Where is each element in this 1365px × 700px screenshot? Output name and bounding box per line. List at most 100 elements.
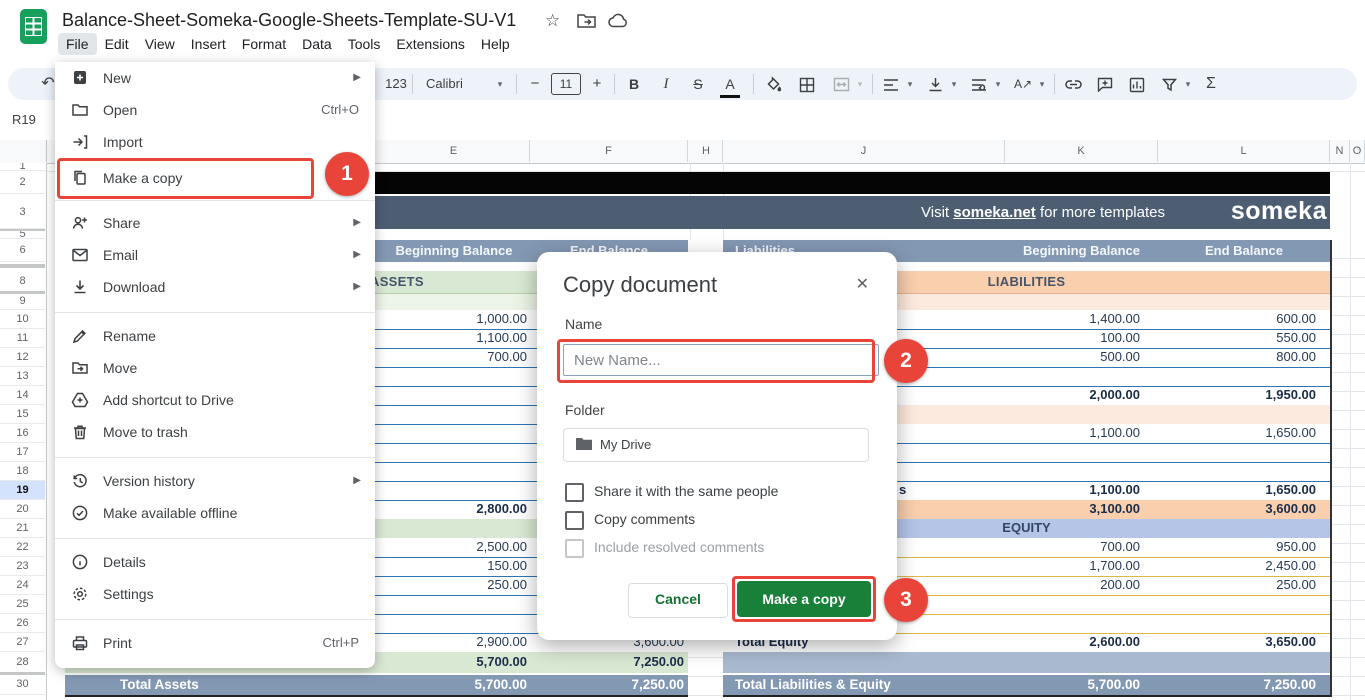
- checkbox-share-it-with-the-same-people[interactable]: Share it with the same people: [565, 482, 885, 502]
- close-icon[interactable]: ✕: [856, 274, 869, 294]
- checkbox-box[interactable]: [565, 511, 584, 530]
- file-menu-item-print[interactable]: Print Ctrl+P: [55, 627, 375, 659]
- file-menu-item-new[interactable]: New ▶: [55, 62, 375, 94]
- row-header-18[interactable]: 18: [0, 462, 45, 481]
- file-menu-item-move[interactable]: Move: [55, 352, 375, 384]
- cell-beginning-balance[interactable]: 2,500.00: [378, 538, 527, 556]
- cell-beginning-balance[interactable]: 200.00: [1005, 576, 1140, 594]
- cell-beginning-balance[interactable]: 1,700.00: [1005, 557, 1140, 575]
- row-header-9[interactable]: 9: [0, 293, 45, 310]
- cell-beginning-balance[interactable]: 700.00: [378, 348, 527, 366]
- cell-beginning-balance[interactable]: 150.00: [378, 557, 527, 575]
- row-header-12[interactable]: 12: [0, 348, 45, 367]
- file-menu-item-add-shortcut-to-drive[interactable]: Add shortcut to Drive: [55, 384, 375, 416]
- cell-beginning-balance[interactable]: 100.00: [1005, 329, 1140, 347]
- row-header-11[interactable]: 11: [0, 329, 45, 348]
- import-icon: [71, 133, 89, 151]
- file-menu-item-make-available-offline[interactable]: Make available offline: [55, 497, 375, 529]
- row-header-24[interactable]: 24: [0, 576, 45, 595]
- cell-end-balance[interactable]: 7,250.00: [530, 652, 684, 672]
- row-header-28[interactable]: 28: [0, 652, 45, 673]
- file-menu-item-email[interactable]: Email ▶: [55, 239, 375, 271]
- cell-beginning-balance[interactable]: 1,000.00: [378, 310, 527, 328]
- folder-picker[interactable]: My Drive: [563, 428, 869, 462]
- cell-end-balance[interactable]: 2,450.00: [1158, 557, 1316, 575]
- row-header-15[interactable]: 15: [0, 405, 45, 424]
- row-header-8[interactable]: 8: [0, 271, 45, 293]
- row-header-1[interactable]: 1: [0, 163, 45, 171]
- cell-beginning-balance[interactable]: 3,100.00: [1005, 500, 1140, 518]
- file-menu-item-download[interactable]: Download ▶: [55, 271, 375, 303]
- file-menu-item-version-history[interactable]: Version history ▶: [55, 465, 375, 497]
- cell-end-balance[interactable]: 950.00: [1158, 538, 1316, 556]
- move-icon: [71, 359, 89, 377]
- row-header-3[interactable]: 3: [0, 196, 45, 229]
- trash-icon: [71, 423, 89, 441]
- cell-end-balance[interactable]: 250.00: [1158, 576, 1316, 594]
- row-header-27[interactable]: 27: [0, 633, 45, 652]
- table-row-liab-28[interactable]: [723, 652, 1330, 673]
- cell-end-balance[interactable]: 800.00: [1158, 348, 1316, 366]
- row-header-16[interactable]: 16: [0, 424, 45, 443]
- file-menu-item-label: Rename: [103, 328, 156, 344]
- make-a-copy-button[interactable]: Make a copy: [737, 581, 871, 617]
- cell-beginning-balance[interactable]: 700.00: [1005, 538, 1140, 556]
- cancel-button[interactable]: Cancel: [628, 583, 728, 618]
- checkbox-copy-comments[interactable]: Copy comments: [565, 510, 885, 530]
- name-label: Name: [565, 316, 603, 332]
- cell-end-balance[interactable]: 600.00: [1158, 310, 1316, 328]
- cell-beginning-balance[interactable]: 1,100.00: [1005, 481, 1140, 499]
- cell-end-balance[interactable]: 550.00: [1158, 329, 1316, 347]
- cell-beginning-balance[interactable]: 250.00: [378, 576, 527, 594]
- cell-end-balance[interactable]: 3,600.00: [1158, 500, 1316, 518]
- row-header-14[interactable]: 14: [0, 386, 45, 405]
- row-header-25[interactable]: 25: [0, 595, 45, 614]
- cell-end-balance[interactable]: 1,950.00: [1158, 386, 1316, 404]
- row-header-5[interactable]: 5: [0, 231, 45, 239]
- row-header-13[interactable]: 13: [0, 367, 45, 386]
- file-menu-item-import[interactable]: Import: [55, 126, 375, 158]
- row-header-21[interactable]: 21: [0, 519, 45, 538]
- menu-separator: [55, 312, 375, 313]
- row-header-20[interactable]: 20: [0, 500, 45, 519]
- cell-beginning-balance[interactable]: 5,700.00: [378, 652, 527, 672]
- cell-beginning-balance[interactable]: 1,100.00: [378, 329, 527, 347]
- cell-end-balance[interactable]: 1,650.00: [1158, 424, 1316, 442]
- cell-end-balance[interactable]: 3,650.00: [1158, 633, 1316, 651]
- row-header-6[interactable]: 6: [0, 239, 45, 262]
- total-liabilities-equity-row[interactable]: Total Liabilities & Equity 5,700.00 7,25…: [723, 675, 1330, 695]
- file-menu-item-open[interactable]: Open Ctrl+O: [55, 94, 375, 126]
- file-menu-item-share[interactable]: Share ▶: [55, 207, 375, 239]
- folder-value: My Drive: [600, 437, 652, 452]
- submenu-arrow-icon: ▶: [353, 217, 361, 228]
- cell-beginning-balance[interactable]: 2,000.00: [1005, 386, 1140, 404]
- row-header-23[interactable]: 23: [0, 557, 45, 576]
- new-name-input[interactable]: [563, 344, 879, 376]
- cell-beginning-balance[interactable]: 1,100.00: [1005, 424, 1140, 442]
- cell-beginning-balance[interactable]: 2,600.00: [1005, 633, 1140, 651]
- folder-label: Folder: [565, 402, 605, 418]
- cell-beginning-balance[interactable]: 500.00: [1005, 348, 1140, 366]
- cell-end-balance[interactable]: 1,650.00: [1158, 481, 1316, 499]
- row-header-26[interactable]: 26: [0, 614, 45, 633]
- row-header-30[interactable]: 30: [0, 675, 45, 695]
- row-header-17[interactable]: 17: [0, 443, 45, 462]
- row-header-2[interactable]: 2: [0, 172, 45, 194]
- row-header-10[interactable]: 10: [0, 310, 45, 329]
- row-gutter: 1 2 3 5 6 8 9 10 11 12 13 14 15 16 17 18 19 20 21 22 23 24 25 2…: [0, 163, 47, 700]
- print-icon: [71, 634, 89, 652]
- file-menu-item-rename[interactable]: Rename: [55, 320, 375, 352]
- file-menu-item-move-to-trash[interactable]: Move to trash: [55, 416, 375, 448]
- checkbox-box[interactable]: [565, 483, 584, 502]
- row-header-22[interactable]: 22: [0, 538, 45, 557]
- cell-beginning-balance[interactable]: 2,800.00: [378, 500, 527, 518]
- submenu-arrow-icon: ▶: [353, 475, 361, 486]
- someka-link[interactable]: someka.net: [953, 204, 1036, 221]
- file-menu-item-settings[interactable]: Settings: [55, 578, 375, 610]
- cell-beginning-balance[interactable]: 1,400.00: [1005, 310, 1140, 328]
- row-header-19[interactable]: 19: [0, 481, 45, 500]
- file-menu-item-details[interactable]: Details: [55, 546, 375, 578]
- cell-beginning-balance[interactable]: 2,900.00: [378, 633, 527, 651]
- file-menu-item-label: Share: [103, 215, 141, 231]
- total-assets-row[interactable]: Total Assets 5,700.00 7,250.00: [65, 675, 688, 695]
